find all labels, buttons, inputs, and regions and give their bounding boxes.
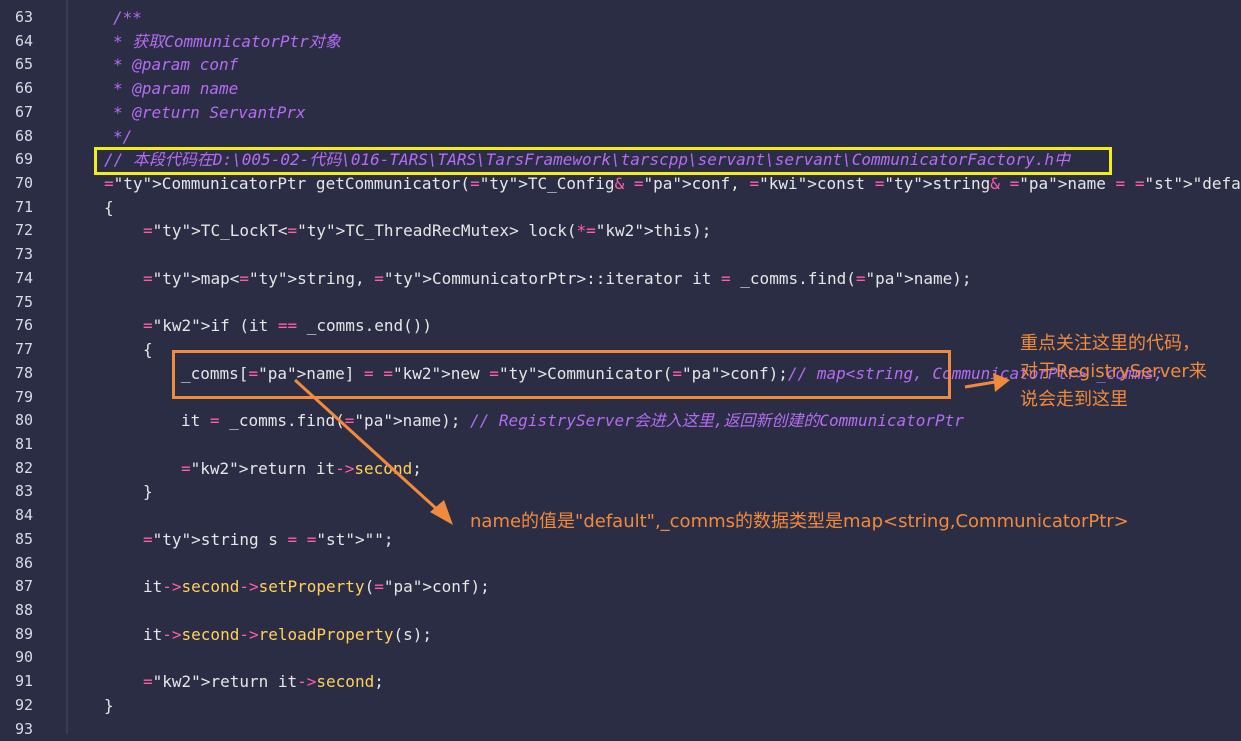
code-text[interactable]: ="ty">map<="ty">string, ="ty">Communicat… xyxy=(143,267,972,291)
line-number: 92 xyxy=(14,695,33,714)
code-text[interactable]: * @param name xyxy=(113,77,238,101)
code-text[interactable]: */ xyxy=(113,125,132,149)
code-line: 86 xyxy=(0,552,1241,576)
code-line: 73 xyxy=(0,243,1241,267)
line-number: 85 xyxy=(14,529,33,548)
code-text[interactable]: it->second->setProperty(="pa">conf); xyxy=(143,575,490,599)
code-text[interactable]: * @param conf xyxy=(113,53,238,77)
code-text[interactable]: * @return ServantPrx xyxy=(113,101,306,125)
line-number: 76 xyxy=(14,316,33,335)
code-text[interactable]: it = _comms.find(="pa">name); // Registr… xyxy=(181,409,964,433)
code-text[interactable]: ="ty">string s = ="st">""; xyxy=(143,528,393,552)
code-editor[interactable]: 63 /** 64 * 获取CommunicatorPtr对象 65 * @param c… xyxy=(0,0,1241,738)
line-number: 74 xyxy=(14,268,33,287)
code-line: 67 * @return ServantPrx xyxy=(0,101,1241,125)
code-text[interactable]: ="kw2">return it->second; xyxy=(143,670,384,694)
code-line: 72 ="ty">TC_LockT<="ty">TC_ThreadRecMutex… xyxy=(0,219,1241,243)
code-line: 63 /** xyxy=(0,6,1241,30)
annotation-note-right: 重点关注这里的代码， 对于RegistryServer来 说会走到这里 xyxy=(1020,333,1207,410)
highlight-box-assignment xyxy=(172,350,951,399)
code-text[interactable]: { xyxy=(104,196,114,220)
line-number: 84 xyxy=(14,506,33,525)
line-number: 64 xyxy=(14,31,33,50)
code-line: 70 ="ty">CommunicatorPtr getCommunicator(… xyxy=(0,172,1241,196)
line-number: 88 xyxy=(14,601,33,619)
line-number: 79 xyxy=(14,387,33,406)
line-number: 67 xyxy=(14,102,33,121)
code-line: 93 xyxy=(0,718,1241,741)
highlight-box-comment xyxy=(94,147,1112,175)
line-number: 73 xyxy=(14,245,33,264)
line-number: 72 xyxy=(14,221,33,240)
code-text[interactable]: ="kw2">return it->second; xyxy=(181,457,422,481)
line-number: 87 xyxy=(14,577,33,596)
code-text[interactable]: } xyxy=(143,480,153,504)
line-number: 82 xyxy=(14,458,33,477)
code-text[interactable]: ="ty">TC_LockT<="ty">TC_ThreadRecMutex> … xyxy=(143,219,711,243)
line-number: 77 xyxy=(14,340,33,359)
code-text[interactable]: * 获取CommunicatorPtr对象 xyxy=(113,30,341,54)
annotation-note-bottom: name的值是"default",_comms的数据类型是map<string,… xyxy=(470,511,1129,532)
code-line: 82 ="kw2">return it->second; xyxy=(0,457,1241,481)
line-number: 86 xyxy=(14,553,33,572)
code-line: 90 xyxy=(0,646,1241,670)
code-line: 65 * @param conf xyxy=(0,53,1241,77)
code-text[interactable]: ="kw2">if (it == _comms.end()) xyxy=(143,314,432,338)
code-text[interactable]: } xyxy=(104,694,114,718)
line-number: 83 xyxy=(14,482,33,501)
line-number: 78 xyxy=(14,363,33,382)
code-line: 92} xyxy=(0,694,1241,718)
code-line: 88 xyxy=(0,599,1241,623)
code-line: 74 ="ty">map<="ty">string, ="ty">Communic… xyxy=(0,267,1241,291)
line-number: 63 xyxy=(14,8,33,26)
code-line: 89 it->second->reloadProperty(s); xyxy=(0,623,1241,647)
line-number: 91 xyxy=(14,672,33,691)
code-text[interactable]: ="ty">CommunicatorPtr getCommunicator(="… xyxy=(104,172,1241,196)
line-number: 80 xyxy=(14,411,33,430)
code-line: 75 xyxy=(0,291,1241,315)
code-text[interactable]: it->second->reloadProperty(s); xyxy=(143,623,432,647)
code-line: 91 ="kw2">return it->second; xyxy=(0,670,1241,694)
code-text[interactable]: /** xyxy=(113,6,142,30)
line-number: 69 xyxy=(14,150,33,169)
line-number: 90 xyxy=(14,648,33,667)
code-line: 83} xyxy=(0,480,1241,504)
line-number: 68 xyxy=(14,126,33,145)
line-number: 70 xyxy=(14,174,33,193)
code-line: 68 */ xyxy=(0,125,1241,149)
line-number: 65 xyxy=(14,55,33,74)
line-number: 71 xyxy=(14,197,33,216)
code-line: 87 it->second->setProperty(="pa">conf); xyxy=(0,575,1241,599)
line-number: 66 xyxy=(14,79,33,98)
code-text[interactable]: { xyxy=(143,338,153,362)
code-line: 71 { xyxy=(0,196,1241,220)
line-number: 89 xyxy=(14,624,33,643)
line-number: 75 xyxy=(14,292,33,311)
code-line: 64 * 获取CommunicatorPtr对象 xyxy=(0,30,1241,54)
code-line: 66 * @param name xyxy=(0,77,1241,101)
code-line: 81 xyxy=(0,433,1241,457)
line-number: 93 xyxy=(14,719,33,738)
line-number: 81 xyxy=(14,434,33,453)
